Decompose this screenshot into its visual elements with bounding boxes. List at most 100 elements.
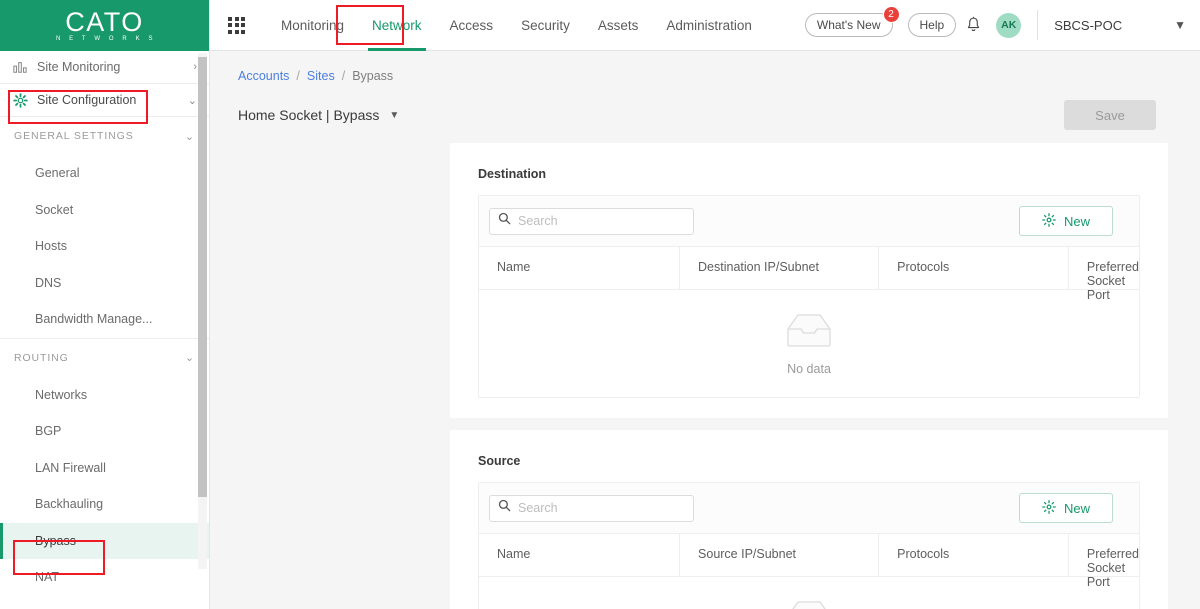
page-title[interactable]: Home Socket | Bypass bbox=[238, 107, 379, 123]
source-search-input[interactable] bbox=[489, 494, 694, 522]
brand-logo[interactable]: CATO N E T W O R K S bbox=[0, 0, 209, 51]
sidebar-group-label: GENERAL SETTINGS bbox=[14, 130, 134, 142]
tab-label: Administration bbox=[666, 17, 752, 33]
column-header-source-ip-subnet[interactable]: Source IP/Subnet bbox=[680, 534, 880, 576]
brand-subtitle: N E T W O R K S bbox=[55, 36, 157, 42]
sidebar-item-label: Site Monitoring bbox=[37, 60, 121, 74]
avatar-initials: AK bbox=[1001, 19, 1017, 31]
source-search-field[interactable] bbox=[518, 501, 685, 515]
tab-monitoring[interactable]: Monitoring bbox=[267, 0, 358, 51]
account-name: SBCS-POC bbox=[1054, 17, 1123, 33]
chevron-right-icon: › bbox=[193, 61, 197, 73]
destination-search-field[interactable] bbox=[518, 214, 685, 228]
sidebar-group-label: ROUTING bbox=[14, 351, 69, 364]
sidebar-item-general[interactable]: General bbox=[0, 155, 209, 192]
notification-bell-icon[interactable] bbox=[956, 16, 990, 34]
tab-network[interactable]: Network bbox=[358, 0, 436, 51]
tab-access[interactable]: Access bbox=[436, 0, 508, 51]
source-table-body-empty: No data bbox=[479, 576, 1139, 609]
tab-label: Monitoring bbox=[281, 17, 345, 33]
search-icon bbox=[498, 499, 511, 517]
column-header-destination-ip-subnet[interactable]: Destination IP/Subnet bbox=[680, 247, 880, 289]
grid-apps-icon[interactable] bbox=[228, 16, 245, 34]
sidebar-item-label: Bypass bbox=[35, 533, 76, 548]
sidebar-item-label: BGP bbox=[35, 424, 62, 439]
sidebar-item-nat[interactable]: NAT bbox=[0, 559, 209, 596]
account-selector[interactable]: SBCS-POC bbox=[1054, 18, 1122, 33]
sidebar-item-label: Hosts bbox=[35, 239, 67, 254]
destination-card: Destination Search New Name Destination … bbox=[450, 143, 1168, 418]
column-header-name[interactable]: Name bbox=[479, 534, 681, 576]
column-header-protocols[interactable]: Protocols bbox=[879, 534, 1069, 576]
chevron-down-icon[interactable]: ▼ bbox=[389, 110, 399, 121]
help-label: Help bbox=[919, 18, 945, 32]
empty-inbox-icon bbox=[784, 598, 834, 609]
brand-name: CATO bbox=[65, 7, 144, 37]
destination-search-input[interactable] bbox=[489, 207, 694, 235]
sidebar-scrollbar-thumb[interactable] bbox=[198, 57, 207, 497]
sidebar-item-backhauling[interactable]: Backhauling bbox=[0, 486, 209, 523]
save-button[interactable]: Save bbox=[1064, 100, 1156, 130]
column-header-preferred-socket-port[interactable]: Preferred Socket Port bbox=[1069, 534, 1139, 589]
whats-new-label: What's New bbox=[816, 18, 881, 32]
source-new-button[interactable]: New bbox=[1019, 493, 1113, 523]
sidebar-item-networks[interactable]: Networks bbox=[0, 377, 209, 414]
avatar[interactable]: AK bbox=[996, 12, 1022, 38]
sidebar-item-site-monitoring[interactable]: Site Monitoring › bbox=[0, 51, 209, 84]
gear-icon bbox=[12, 92, 28, 108]
column-header-preferred-socket-port[interactable]: Preferred Socket Port bbox=[1069, 247, 1139, 302]
destination-table-toolbar: New bbox=[479, 196, 1139, 246]
source-card-title: Source bbox=[478, 454, 521, 468]
breadcrumb-accounts[interactable]: Accounts bbox=[238, 69, 289, 83]
destination-card-title: Destination bbox=[478, 167, 547, 181]
destination-table-header: Name Destination IP/Subnet Protocols Pre… bbox=[479, 246, 1139, 302]
chevron-down-icon[interactable]: ▼ bbox=[1174, 18, 1186, 32]
source-table-toolbar: New bbox=[479, 483, 1139, 533]
source-card: Source Search New Name Source IP/Subnet … bbox=[450, 430, 1168, 609]
column-header-protocols[interactable]: Protocols bbox=[879, 247, 1069, 289]
sidebar-item-bgp[interactable]: BGP bbox=[0, 413, 209, 450]
sidebar-item-label: Bandwidth Manage... bbox=[35, 312, 153, 327]
sidebar-item-label: LAN Firewall bbox=[35, 460, 106, 475]
destination-table: New Name Destination IP/Subnet Protocols… bbox=[478, 195, 1140, 398]
destination-new-button[interactable]: New bbox=[1019, 206, 1113, 236]
tab-security[interactable]: Security bbox=[507, 0, 584, 51]
top-tabs: Monitoring Network Access Security Asset… bbox=[267, 0, 766, 51]
main-area: Monitoring Network Access Security Asset… bbox=[210, 0, 1200, 609]
sidebar-group-general-settings[interactable]: GENERAL SETTINGS ⌄ bbox=[0, 117, 209, 155]
tab-label: Security bbox=[521, 17, 570, 33]
content-area: Accounts / Sites / Bypass Home Socket | … bbox=[210, 51, 1200, 609]
tab-label: Assets bbox=[597, 17, 639, 33]
source-table-header: Name Source IP/Subnet Protocols Preferre… bbox=[479, 533, 1139, 589]
source-new-label: New bbox=[1063, 500, 1090, 516]
column-header-name[interactable]: Name bbox=[479, 247, 681, 289]
tab-label: Access bbox=[449, 17, 494, 33]
tab-administration[interactable]: Administration bbox=[652, 0, 766, 51]
sidebar-item-lan-firewall[interactable]: LAN Firewall bbox=[0, 450, 209, 487]
sidebar-item-label: Backhauling bbox=[35, 497, 104, 512]
sidebar-item-hosts[interactable]: Hosts bbox=[0, 228, 209, 265]
sidebar-item-label: NAT bbox=[35, 570, 60, 585]
sidebar-item-bandwidth-management[interactable]: Bandwidth Manage... bbox=[0, 301, 209, 338]
sidebar-item-site-configuration[interactable]: Site Configuration ⌄ bbox=[0, 84, 209, 117]
whats-new-badge: 2 bbox=[882, 6, 900, 23]
help-button[interactable]: Help bbox=[907, 13, 957, 37]
empty-inbox-icon bbox=[784, 311, 834, 356]
tab-assets[interactable]: Assets bbox=[584, 0, 653, 51]
whats-new-button[interactable]: What's New 2 bbox=[804, 6, 900, 37]
breadcrumb-current: Bypass bbox=[352, 69, 394, 83]
sidebar-item-socket[interactable]: Socket bbox=[0, 192, 209, 229]
sidebar-item-dns[interactable]: DNS bbox=[0, 265, 209, 302]
breadcrumb-sites[interactable]: Sites bbox=[307, 69, 335, 83]
source-table: New Name Source IP/Subnet Protocols Pref… bbox=[478, 482, 1140, 609]
chevron-down-icon: ⌄ bbox=[184, 352, 195, 364]
sparkle-add-icon bbox=[1042, 212, 1056, 230]
sidebar-item-label: Socket bbox=[35, 202, 74, 217]
sidebar-group-routing[interactable]: ROUTING ⌄ bbox=[0, 339, 209, 377]
sidebar-scroll-area: Site Monitoring › Site Configuration ⌄ G… bbox=[0, 51, 209, 609]
chevron-down-icon: ⌄ bbox=[187, 94, 197, 107]
sidebar-item-bypass[interactable]: Bypass bbox=[0, 522, 209, 559]
destination-new-label: New bbox=[1063, 213, 1090, 229]
tab-label: Network bbox=[372, 17, 422, 33]
sidebar-item-label: Networks bbox=[35, 387, 88, 402]
